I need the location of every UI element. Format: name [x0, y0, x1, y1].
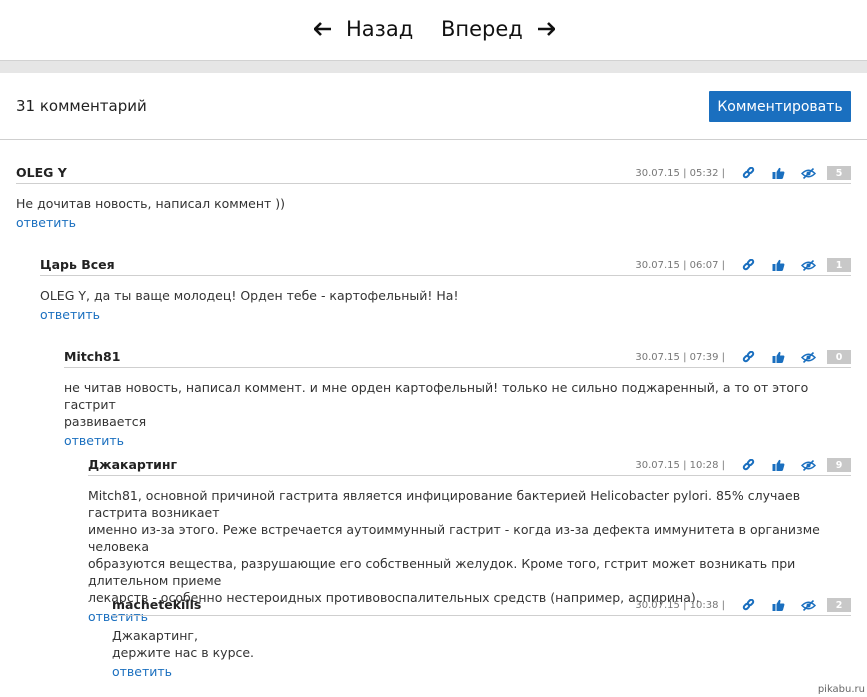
forward-label: Вперед [441, 17, 523, 41]
comment-rating: 5 [827, 166, 851, 180]
permalink-button[interactable] [737, 349, 759, 365]
reply-link[interactable]: ответить [64, 433, 124, 448]
comment-author[interactable]: OLEG Y [16, 165, 67, 180]
arrow-left-icon [314, 22, 331, 36]
comment: Царь Всея 30.07.15 | 06:07 | 1 OLEG Y, да т… [40, 256, 851, 323]
upvote-button[interactable] [767, 257, 789, 273]
hide-comment-button[interactable] [797, 349, 819, 365]
permalink-button[interactable] [737, 165, 759, 181]
upvote-button[interactable] [767, 165, 789, 181]
arrow-right-icon [537, 22, 555, 36]
top-navigation: Назад Вперед [0, 0, 867, 60]
comment-rating: 1 [827, 258, 851, 272]
back-label: Назад [346, 17, 414, 41]
upvote-button[interactable] [767, 597, 789, 613]
comment-author[interactable]: Царь Всея [40, 257, 115, 272]
thumbs-up-icon [772, 351, 784, 363]
comment-header: Mitch81 30.07.15 | 07:39 | 0 [64, 348, 851, 368]
comment-text-line: Mitch81, основной причиной гастрита явля… [88, 488, 801, 520]
add-comment-button[interactable]: Комментировать [709, 91, 851, 122]
comment-text: Джакартинг, держите нас в курсе. [112, 627, 851, 661]
hide-eye-icon [800, 167, 816, 179]
hide-comment-button[interactable] [797, 457, 819, 473]
link-icon [742, 458, 754, 470]
forward-link[interactable]: Вперед [441, 17, 555, 41]
comment-meta: 30.07.15 | 10:38 | 2 [635, 597, 851, 613]
thumbs-up-icon [772, 167, 784, 179]
comment: machetekills 30.07.15 | 10:38 | 2 Джакартин… [112, 596, 851, 680]
comment-rating: 9 [827, 458, 851, 472]
comment-text-line: не читав новость, написал коммент. и мне… [64, 380, 809, 412]
comment-text-line: OLEG Y, да ты ваще молодец! Орден тебе -… [40, 288, 459, 303]
comment-text-line: именно из-за этого. Реже встречается аут… [88, 522, 820, 554]
hide-eye-icon [800, 459, 816, 471]
comment-rating: 2 [827, 598, 851, 612]
link-icon [742, 258, 754, 270]
permalink-button[interactable] [737, 597, 759, 613]
comment-text: Не дочитав новость, написал коммент )) [16, 195, 851, 212]
comment-date: 30.07.15 | 06:07 | [635, 259, 725, 271]
thumbs-up-icon [772, 259, 784, 271]
comment: Mitch81 30.07.15 | 07:39 | 0 не читав новос… [64, 348, 851, 449]
permalink-button[interactable] [737, 257, 759, 273]
comment-author[interactable]: Mitch81 [64, 349, 120, 364]
comment-text-line: Джакартинг, [112, 628, 198, 643]
comment-text-line: держите нас в курсе. [112, 645, 255, 660]
link-icon [742, 350, 754, 362]
comment-date: 30.07.15 | 10:38 | [635, 599, 725, 611]
hide-eye-icon [800, 599, 816, 611]
upvote-button[interactable] [767, 349, 789, 365]
comment-author[interactable]: Джакартинг [88, 457, 177, 472]
comment-header: Джакартинг 30.07.15 | 10:28 | 9 [88, 456, 851, 476]
link-icon [742, 166, 754, 178]
separator-band [0, 60, 867, 73]
comment: OLEG Y 30.07.15 | 05:32 | 5 Не дочитав ново… [16, 164, 851, 231]
comment-date: 30.07.15 | 07:39 | [635, 351, 725, 363]
hide-comment-button[interactable] [797, 257, 819, 273]
watermark: pikabu.ru [817, 684, 865, 695]
comment-meta: 30.07.15 | 07:39 | 0 [635, 349, 851, 365]
comment-date: 30.07.15 | 05:32 | [635, 167, 725, 179]
comment-rating: 0 [827, 350, 851, 364]
comment-date: 30.07.15 | 10:28 | [635, 459, 725, 471]
reply-link[interactable]: ответить [16, 215, 76, 230]
comment-meta: 30.07.15 | 10:28 | 9 [635, 457, 851, 473]
comment-header: machetekills 30.07.15 | 10:38 | 2 [112, 596, 851, 616]
reply-link[interactable]: ответить [40, 307, 100, 322]
thumbs-up-icon [772, 599, 784, 611]
comments-header: 31 комментарий Комментировать [0, 73, 867, 140]
hide-comment-button[interactable] [797, 597, 819, 613]
hide-comment-button[interactable] [797, 165, 819, 181]
comment-text-line: развивается [64, 414, 147, 429]
back-link[interactable]: Назад [314, 17, 413, 41]
reply-link[interactable]: ответить [112, 664, 172, 679]
comment-meta: 30.07.15 | 05:32 | 5 [635, 165, 851, 181]
comment-header: OLEG Y 30.07.15 | 05:32 | 5 [16, 164, 851, 184]
comment-count: 31 комментарий [16, 97, 147, 115]
comment-author[interactable]: machetekills [112, 597, 201, 612]
link-icon [742, 598, 754, 610]
upvote-button[interactable] [767, 457, 789, 473]
comment-text: OLEG Y, да ты ваще молодец! Орден тебе -… [40, 287, 851, 304]
comment-text: не читав новость, написал коммент. и мне… [64, 379, 851, 430]
comment-text: Mitch81, основной причиной гастрита явля… [88, 487, 851, 606]
permalink-button[interactable] [737, 457, 759, 473]
comment-header: Царь Всея 30.07.15 | 06:07 | 1 [40, 256, 851, 276]
comment-meta: 30.07.15 | 06:07 | 1 [635, 257, 851, 273]
hide-eye-icon [800, 259, 816, 271]
hide-eye-icon [800, 351, 816, 363]
comment-text-line: образуются вещества, разрушающие его соб… [88, 556, 796, 588]
thumbs-up-icon [772, 459, 784, 471]
comment-text-line: Не дочитав новость, написал коммент )) [16, 196, 286, 211]
